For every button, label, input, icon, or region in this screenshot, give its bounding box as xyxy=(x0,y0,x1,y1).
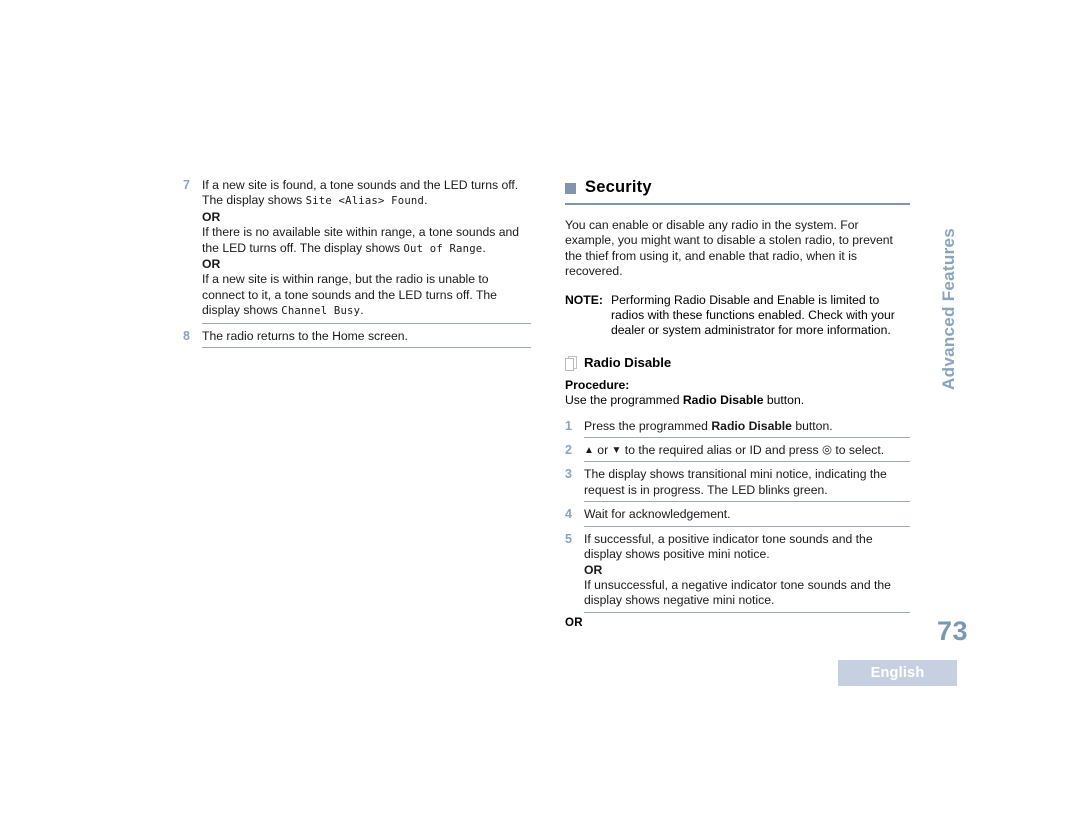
document-page-icon xyxy=(565,355,577,371)
step-line: Wait for acknowledgement. xyxy=(584,507,731,522)
select-button-icon: ◎ xyxy=(821,444,832,457)
step-number: 4 xyxy=(565,507,572,522)
text-fragment: button. xyxy=(763,393,805,408)
display-text: Channel Busy xyxy=(281,305,361,318)
page-title: Security xyxy=(585,178,652,196)
text-fragment: . xyxy=(482,240,486,255)
list-item: 2 ▲ or ▼ to the required alias or ID and… xyxy=(565,443,910,458)
step-number: 3 xyxy=(565,467,572,482)
text-fragment: to the required alias or ID and press xyxy=(621,443,822,458)
display-text: Out of Range xyxy=(403,242,483,255)
subsection-heading: Radio Disable xyxy=(565,354,910,371)
text-fragment: The display shows xyxy=(202,193,306,208)
divider xyxy=(584,461,910,463)
text-fragment: to select. xyxy=(832,443,885,458)
divider xyxy=(584,611,910,613)
side-chapter-tab: Advanced Features xyxy=(936,228,962,414)
step-line: connect to it, a tone sounds and the LED… xyxy=(202,287,497,302)
step-text: ▲ or ▼ to the required alias or ID and p… xyxy=(584,443,910,458)
right-column: Security You can enable or disable any r… xyxy=(565,178,910,618)
step-line: display shows positive mini notice. xyxy=(584,547,770,562)
step-text: If a new site is found, a tone sounds an… xyxy=(202,178,531,320)
down-arrow-icon: ▼ xyxy=(611,445,622,457)
trailing-or-text: OR xyxy=(565,617,583,629)
or-separator: OR xyxy=(202,209,221,224)
step-line: If a new site is found, a tone sounds an… xyxy=(202,178,519,192)
divider xyxy=(202,347,531,349)
step-text: Press the programmed Radio Disable butto… xyxy=(584,419,910,434)
page-number: 73 xyxy=(936,616,968,646)
step-text: If successful, a positive indicator tone… xyxy=(584,532,910,609)
step-text: The radio returns to the Home screen. xyxy=(202,329,531,344)
display-text: Site <Alias> Found xyxy=(305,195,425,208)
text-fragment: display shows xyxy=(202,303,282,318)
step-text: Wait for acknowledgement. xyxy=(584,507,910,522)
section-heading: Security xyxy=(565,178,910,197)
step-number: 2 xyxy=(565,443,572,458)
list-item: 5 If successful, a positive indicator to… xyxy=(565,532,910,609)
text-fragment: Use the programmed xyxy=(565,393,683,408)
divider xyxy=(202,322,531,324)
list-item: 1 Press the programmed Radio Disable but… xyxy=(565,419,910,434)
text-fragment: . xyxy=(360,303,364,318)
language-badge-label: English xyxy=(870,665,925,681)
procedure-steps: 1 Press the programmed Radio Disable but… xyxy=(565,419,910,613)
step-line: the LED turns off. The display shows Out… xyxy=(202,241,531,257)
text-fragment: . xyxy=(424,193,428,208)
note-label: NOTE: xyxy=(565,292,603,307)
step-line: If successful, a positive indicator tone… xyxy=(584,531,873,546)
step-line: display shows negative mini notice. xyxy=(584,593,775,608)
heading-underline xyxy=(565,203,910,205)
step-line: If there is no available site within ran… xyxy=(202,225,520,240)
square-bullet-icon xyxy=(565,183,576,194)
step-line: request is in progress. The LED blinks g… xyxy=(584,482,828,497)
divider xyxy=(584,437,910,439)
up-arrow-icon: ▲ xyxy=(584,445,594,457)
button-name: Radio Disable xyxy=(711,418,792,433)
or-separator: OR xyxy=(584,562,603,577)
button-name: Radio Disable xyxy=(682,393,764,408)
text-fragment: or xyxy=(593,443,612,458)
step-line: If a new site is within range, but the r… xyxy=(202,272,489,287)
text-fragment: the LED turns off. The display shows xyxy=(202,240,404,255)
step-line: The display shows Site <Alias> Found. xyxy=(202,193,531,209)
step-text: The display shows transitional mini noti… xyxy=(584,467,910,498)
or-separator: OR xyxy=(202,257,221,272)
step-number: 7 xyxy=(183,178,190,192)
divider xyxy=(584,501,910,503)
list-item: 8 The radio returns to the Home screen. xyxy=(183,329,531,344)
list-item: 3 The display shows transitional mini no… xyxy=(565,467,910,498)
step-number: 5 xyxy=(565,531,572,546)
note-block: NOTE: Performing Radio Disable and Enabl… xyxy=(565,293,910,339)
note-text: Performing Radio Disable and Enable is l… xyxy=(611,292,895,338)
step-line: The display shows transitional mini noti… xyxy=(584,467,887,482)
step-number: 8 xyxy=(183,328,190,343)
text-fragment: Press the programmed xyxy=(584,418,712,433)
procedure-text: Use the programmed Radio Disable button. xyxy=(565,393,910,408)
step-line: The radio returns to the Home screen. xyxy=(202,328,408,343)
document-page: 7 If a new site is found, a tone sounds … xyxy=(0,0,1080,834)
text-fragment: button. xyxy=(791,418,833,433)
side-chapter-label: Advanced Features xyxy=(939,228,958,390)
list-item: 4 Wait for acknowledgement. xyxy=(565,507,910,522)
divider xyxy=(584,525,910,527)
procedure-label: Procedure: xyxy=(565,377,630,392)
subsection-title: Radio Disable xyxy=(584,354,672,370)
list-item: 7 If a new site is found, a tone sounds … xyxy=(183,178,531,320)
step-number: 1 xyxy=(565,418,572,433)
step-line: If unsuccessful, a negative indicator to… xyxy=(584,577,891,592)
left-column: 7 If a new site is found, a tone sounds … xyxy=(183,178,531,353)
language-badge: English xyxy=(838,660,957,686)
step-line: display shows Channel Busy. xyxy=(202,303,531,319)
intro-paragraph: You can enable or disable any radio in t… xyxy=(565,218,893,279)
